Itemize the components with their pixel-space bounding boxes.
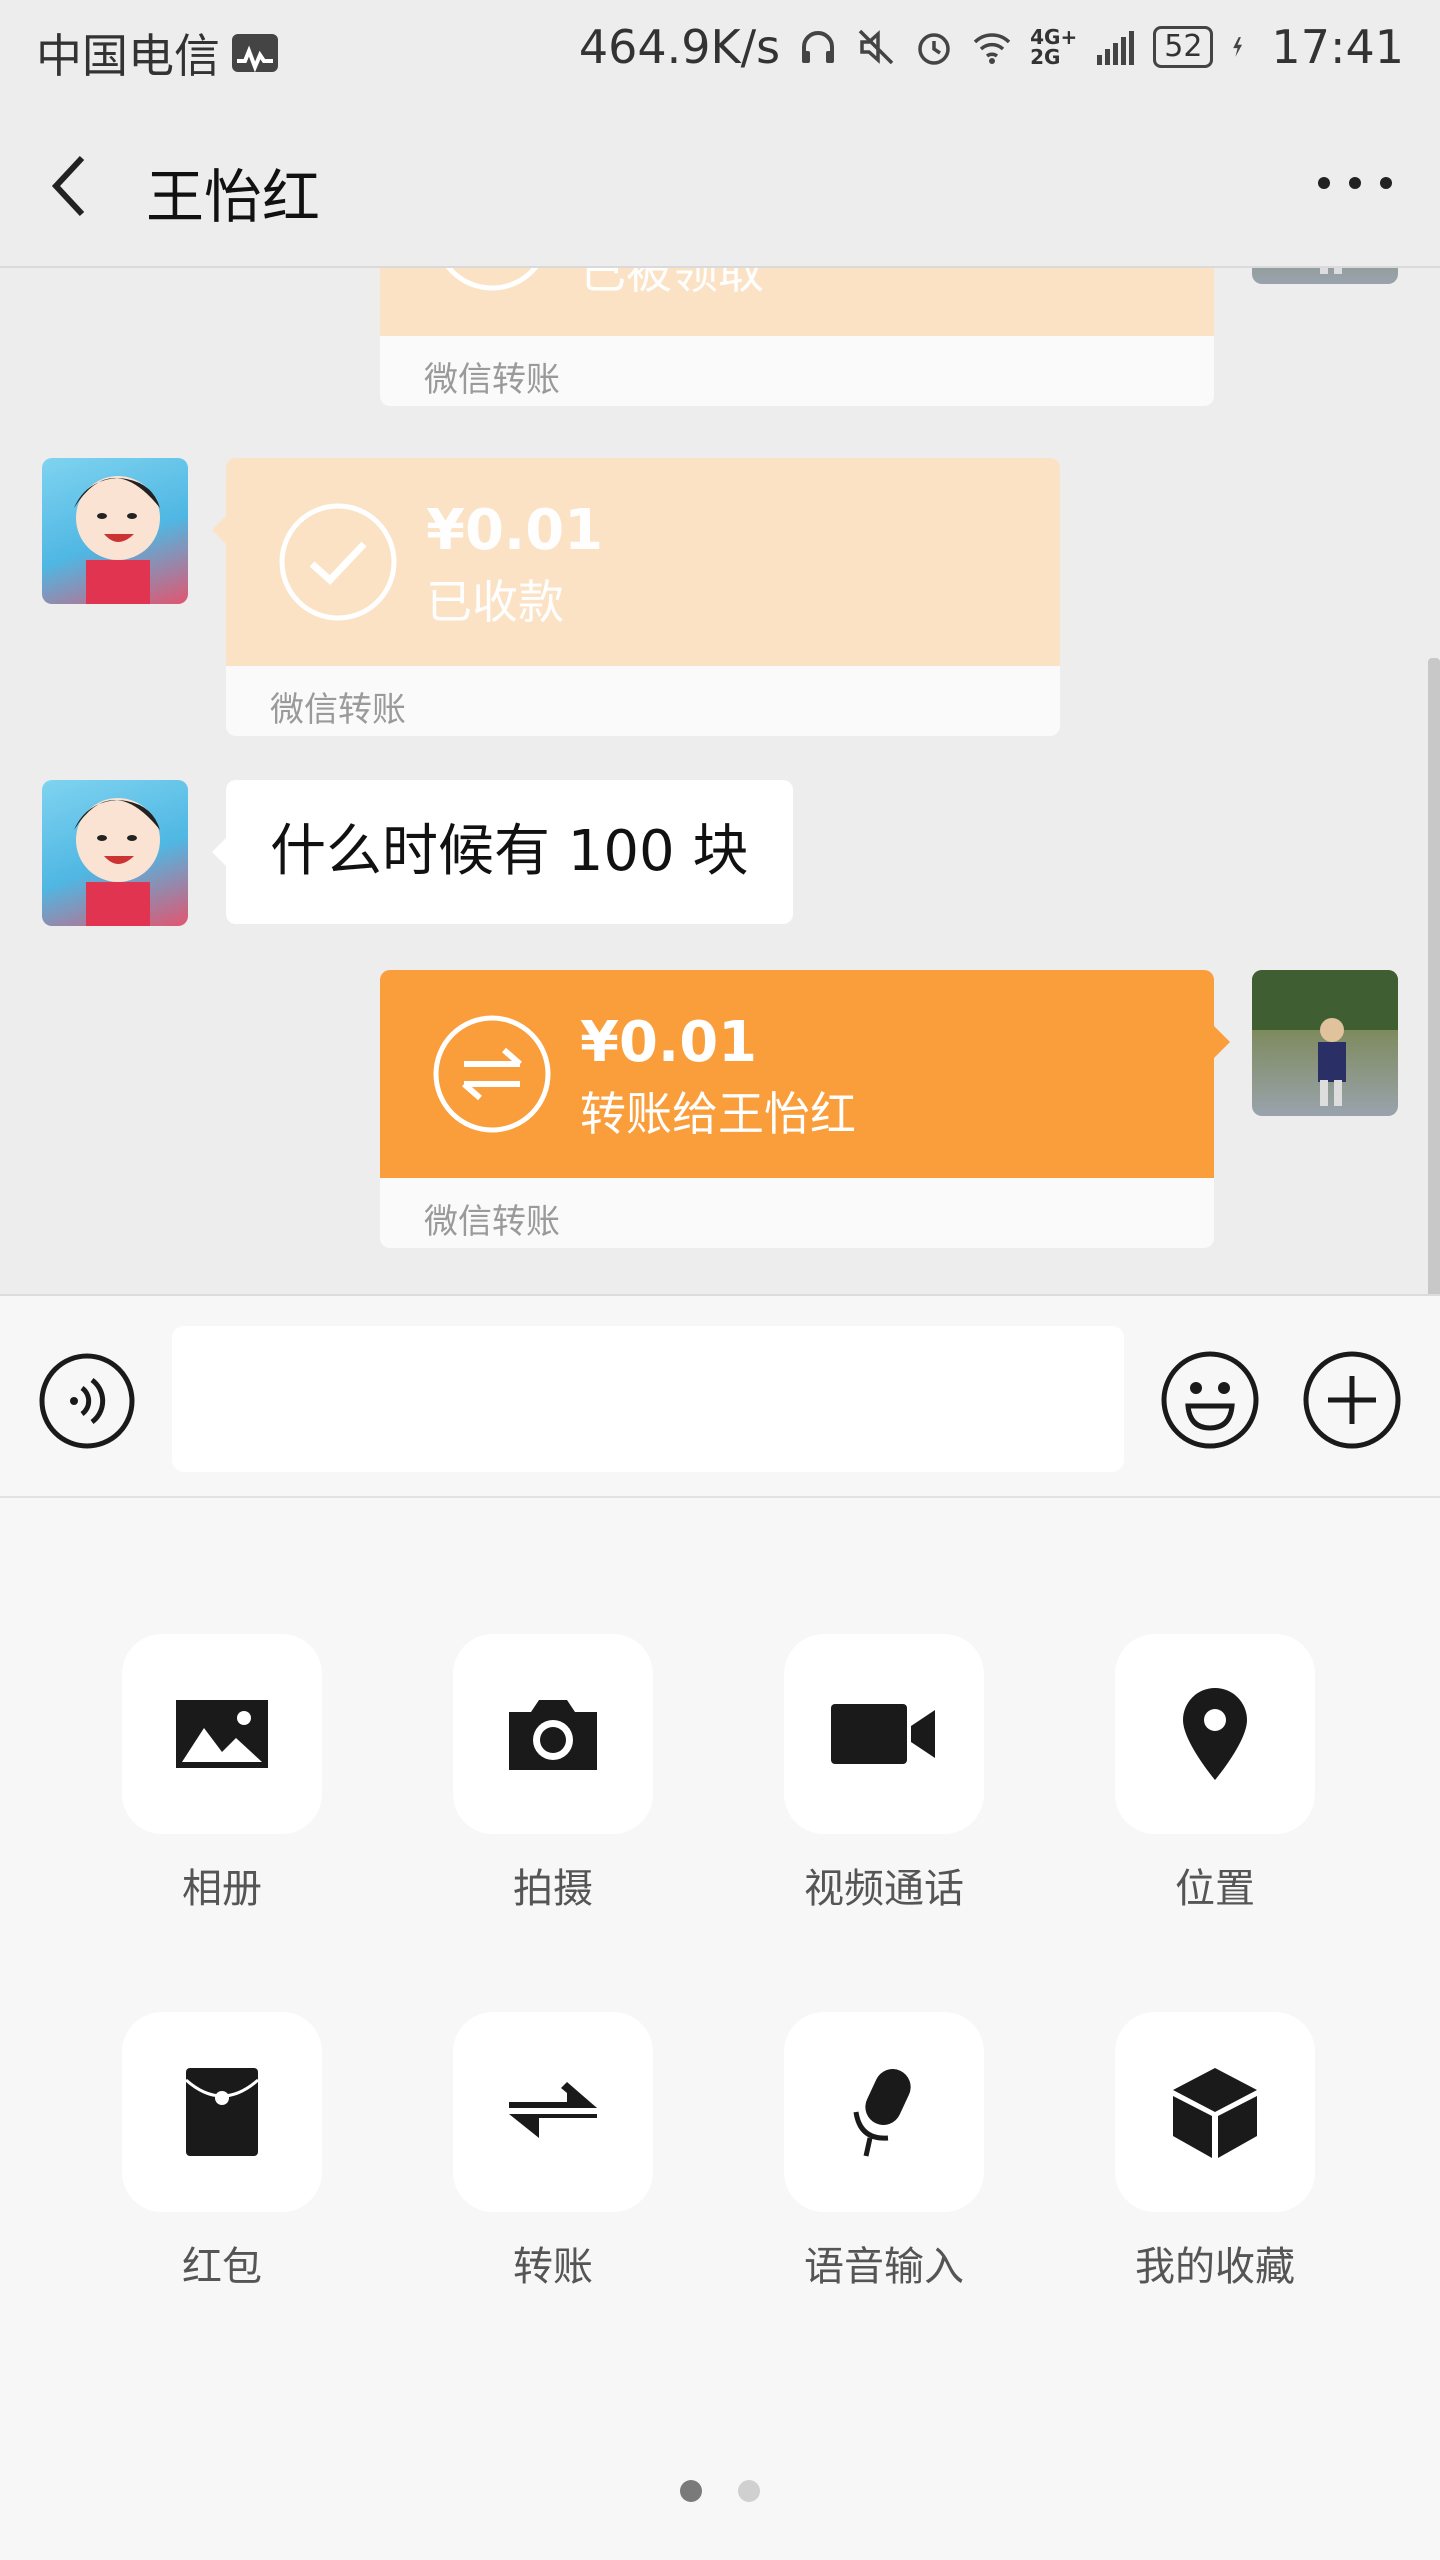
input-bar	[0, 1294, 1440, 1498]
chat-header: 王怡红	[0, 98, 1440, 268]
charging-icon	[1233, 37, 1243, 57]
carrier-label: 中国电信	[36, 29, 220, 83]
bubble-tail	[1214, 1026, 1230, 1058]
headphones-icon	[802, 31, 835, 63]
check-circle-icon	[445, 268, 539, 291]
transfer-message[interactable]: 已被领取 微信转账	[380, 268, 1214, 406]
wifi-icon	[973, 33, 1011, 64]
tool-tile[interactable]	[122, 2012, 322, 2212]
transfer-card: 已被领取	[380, 268, 1214, 336]
status-left: 中国电信	[36, 20, 278, 86]
status-right: 464.9K/s 4G+ 2G 52 17:41	[579, 20, 1404, 74]
activity-monitor-icon	[232, 34, 278, 73]
more-dots-icon[interactable]	[1310, 158, 1400, 208]
tool-voice-input[interactable]: 语音输入	[784, 2012, 984, 2292]
microphone-icon	[853, 2069, 911, 2157]
transfer-footer-bar: 微信转账	[380, 1178, 1214, 1248]
message-input[interactable]	[172, 1326, 1124, 1472]
message-list[interactable]: 已被领取 微信转账 ¥0.01 已收款 微信转账 什么时候有 100 块 ¥0.…	[0, 268, 1440, 1294]
contact-name: 王怡红	[146, 163, 321, 231]
tool-label: 相册	[182, 1866, 262, 1912]
my-avatar[interactable]	[1252, 970, 1398, 1116]
signal-icon	[1097, 31, 1135, 65]
tool-label: 视频通话	[804, 1866, 964, 1912]
tool-transfer[interactable]: 转账	[453, 2012, 653, 2292]
favorites-cube-icon	[1173, 2068, 1257, 2158]
page-dot[interactable]	[738, 2480, 760, 2502]
tool-favorites[interactable]: 我的收藏	[1115, 2012, 1315, 2292]
transfer-footer-bar: 微信转账	[380, 336, 1214, 406]
tool-label: 语音输入	[804, 2244, 964, 2290]
tool-location[interactable]: 位置	[1115, 1634, 1315, 1914]
tool-tile[interactable]	[784, 1634, 984, 1834]
transfer-message[interactable]: ¥0.01 已收款 微信转账	[226, 458, 1060, 736]
tool-label: 我的收藏	[1135, 2244, 1295, 2290]
transfer-amount: ¥0.01	[426, 498, 604, 563]
page-dot-active[interactable]	[680, 2480, 702, 2502]
network-type-label: 4G+ 2G	[1030, 25, 1078, 69]
clock: 17:41	[1271, 20, 1404, 74]
emoji-icon[interactable]	[1160, 1350, 1260, 1450]
contact-avatar[interactable]	[42, 458, 188, 604]
plus-icon[interactable]	[1302, 1350, 1402, 1450]
transfer-card: ¥0.01 已收款	[226, 458, 1060, 666]
tool-tile[interactable]	[1115, 2012, 1315, 2212]
camera-icon	[509, 1700, 597, 1770]
scrollbar[interactable]	[1428, 658, 1440, 1294]
transfer-amount: ¥0.01	[580, 1010, 758, 1075]
tool-red-packet[interactable]: 红包	[122, 2012, 322, 2292]
transfer-status: 已被领取	[580, 268, 764, 299]
image-icon	[176, 1700, 268, 1768]
transfer-status: 已收款	[426, 575, 564, 629]
tool-tile[interactable]	[1115, 1634, 1315, 1834]
transfer-message[interactable]: ¥0.01 转账给王怡红 微信转账	[380, 970, 1214, 1248]
tool-tile[interactable]	[122, 1634, 322, 1834]
contact-avatar[interactable]	[42, 780, 188, 926]
status-bar: 中国电信 464.9K/s 4G+ 2G 52 17:41	[0, 0, 1440, 98]
transfer-status: 转账给王怡红	[580, 1087, 856, 1141]
my-avatar[interactable]	[1252, 268, 1398, 284]
text-message[interactable]: 什么时候有 100 块	[226, 780, 793, 924]
tool-label: 拍摄	[513, 1866, 593, 1912]
transfer-footer-bar: 微信转账	[226, 666, 1060, 736]
network-type: 4G+ 2G	[1030, 27, 1077, 67]
transfer-arrows-icon	[433, 1015, 551, 1133]
more-panel: 相册 拍摄 视频通话 位置 红包 转账 语音输入 我的收藏	[0, 1498, 1440, 2560]
video-call-icon	[831, 1704, 935, 1764]
page-indicator[interactable]	[0, 2480, 1440, 2502]
battery-indicator: 52	[1153, 26, 1214, 68]
tool-tile[interactable]	[784, 2012, 984, 2212]
network-speed: 464.9K/s	[578, 20, 781, 74]
tool-label: 位置	[1175, 1866, 1255, 1912]
transfer-footer: 微信转账	[270, 690, 406, 730]
red-packet-icon	[185, 2068, 259, 2156]
transfer-card: ¥0.01 转账给王怡红	[380, 970, 1214, 1178]
tool-label: 红包	[182, 2244, 262, 2290]
mute-icon	[858, 29, 894, 65]
check-circle-icon	[279, 503, 397, 621]
tool-album[interactable]: 相册	[122, 1634, 322, 1914]
tool-camera[interactable]: 拍摄	[453, 1634, 653, 1914]
tool-label: 转账	[513, 2244, 593, 2290]
tool-tile[interactable]	[453, 2012, 653, 2212]
transfer-icon	[509, 2082, 597, 2138]
tool-tile[interactable]	[453, 1634, 653, 1834]
tool-video-call[interactable]: 视频通话	[784, 1634, 984, 1914]
transfer-footer: 微信转账	[424, 1202, 560, 1242]
alarm-icon	[918, 33, 950, 65]
chevron-left-icon[interactable]	[40, 146, 100, 226]
voice-icon[interactable]	[38, 1352, 136, 1450]
location-icon	[1183, 1688, 1247, 1780]
transfer-footer: 微信转账	[424, 360, 560, 400]
